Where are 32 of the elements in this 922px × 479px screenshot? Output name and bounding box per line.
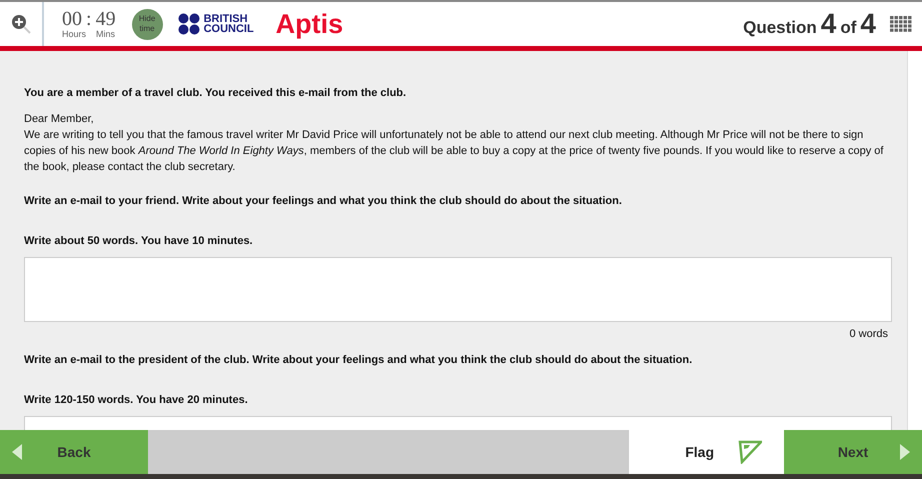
question-current: 4 xyxy=(820,8,836,40)
answer-field[interactable] xyxy=(24,257,892,322)
grid-icon[interactable] xyxy=(890,16,912,32)
question-of: of xyxy=(840,18,856,38)
right-arrow-icon xyxy=(900,444,910,460)
flag-button[interactable]: Flag xyxy=(629,430,784,474)
timer-separator: : xyxy=(86,9,92,29)
hours-label: Hours xyxy=(62,29,86,39)
scrollbar[interactable] xyxy=(907,51,922,430)
brand-name: BRITISH xyxy=(204,14,248,24)
flag-icon xyxy=(738,440,762,464)
word-limit: Write about 50 words. You have 10 minutes. xyxy=(24,235,254,247)
intro-text: You are a member of a travel club. You received this e-mail from the club. xyxy=(24,87,408,99)
greeting-text: Dear Member, xyxy=(24,112,95,127)
timer-minutes: 49 xyxy=(96,9,116,29)
question-total: 4 xyxy=(860,8,876,40)
minutes-label: Mins xyxy=(96,29,116,39)
product-name: Aptis xyxy=(276,8,344,40)
hide-time-button[interactable]: Hide time xyxy=(132,8,163,40)
email-text: We are writing to tell you that the famous travel writer Mr David Price will unfortunately not be able to attend our next club meeting. Although Mr Price will not be there to sign copies of his new book Around The World In Eighty Ways, members of the club will be able to buy a copy at the price of twenty five pounds. If you would like to reserve a copy of the book, please contact the club secretary. xyxy=(24,128,884,175)
task-instruction: Write an e-mail to the president of the club. Write about your feelings and what you think the club should do about the situation. xyxy=(24,354,694,366)
left-arrow-icon xyxy=(12,444,22,460)
word-count: 0 words xyxy=(849,328,888,340)
word-limit: Write 120-150 words. You have 20 minutes. xyxy=(24,394,249,406)
question-label: Question xyxy=(743,18,817,38)
brand-name: COUNCIL xyxy=(204,24,254,34)
next-button[interactable]: Next xyxy=(784,430,922,474)
timer-hours: 00 xyxy=(62,9,82,29)
zoom-icon[interactable] xyxy=(11,14,31,34)
task-instruction: Write an e-mail to your friend. Write about your feelings and what you think the club should do about the situation. xyxy=(24,195,623,207)
back-button[interactable]: Back xyxy=(0,430,148,474)
brand-logo-icon xyxy=(178,13,200,35)
